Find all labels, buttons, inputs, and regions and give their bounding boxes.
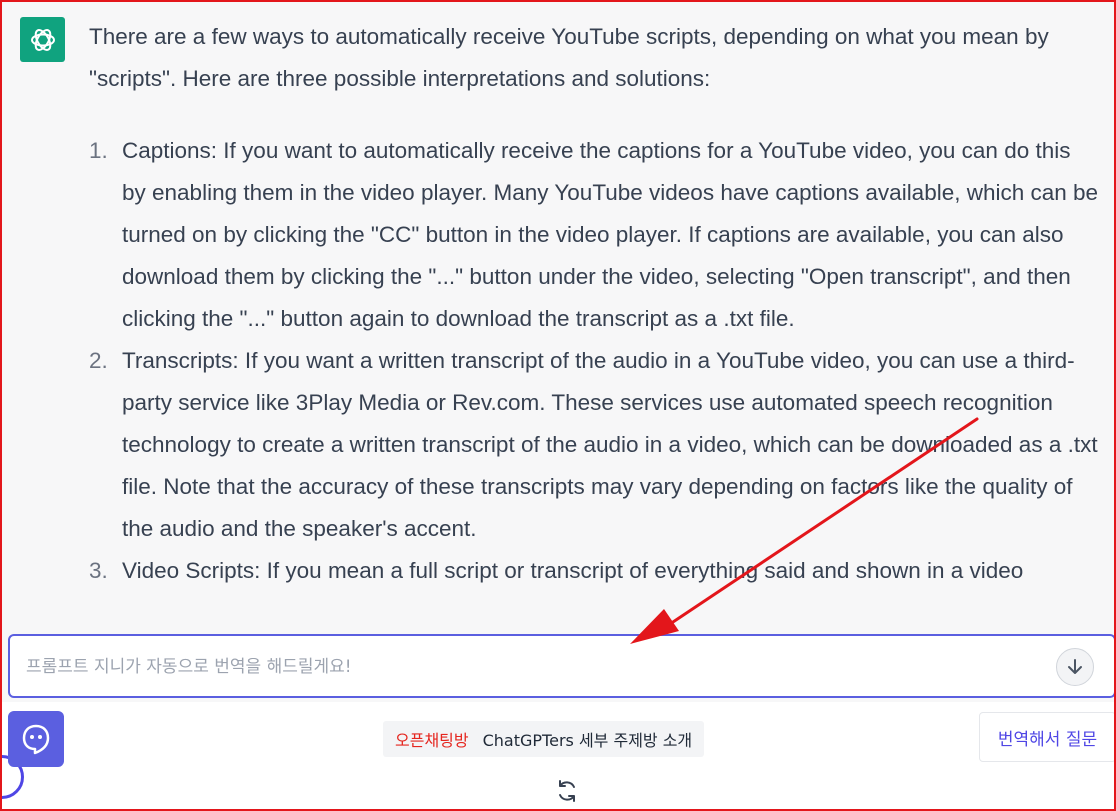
send-button[interactable] bbox=[1056, 648, 1094, 686]
subroom-link[interactable]: ChatGPTers 세부 주제방 소개 bbox=[483, 727, 693, 751]
refresh-icon bbox=[559, 780, 575, 802]
solutions-list: 1. Captions: If you want to automaticall… bbox=[89, 130, 1099, 592]
list-item-text: Video Scripts: If you mean a full script… bbox=[122, 558, 1024, 583]
list-item-text: Transcripts: If you want a written trans… bbox=[122, 348, 1098, 541]
bottom-toolbar: 오픈채팅방 ChatGPTers 세부 주제방 소개 번역해서 질문 bbox=[2, 702, 1114, 809]
prompt-box bbox=[8, 634, 1114, 698]
screenshot-frame: There are a few ways to automatically re… bbox=[0, 0, 1116, 811]
list-item-text: Captions: If you want to automatically r… bbox=[122, 138, 1099, 331]
arrow-down-icon bbox=[1068, 659, 1082, 674]
chip-bar: 오픈채팅방 ChatGPTers 세부 주제방 소개 bbox=[383, 721, 705, 757]
assistant-message: There are a few ways to automatically re… bbox=[2, 2, 1114, 620]
open-chat-link[interactable]: 오픈채팅방 bbox=[395, 727, 469, 751]
list-item: 2. Transcripts: If you want a written tr… bbox=[89, 340, 1099, 550]
list-item-number: 2. bbox=[89, 348, 108, 373]
message-intro: There are a few ways to automatically re… bbox=[89, 24, 1049, 91]
openai-logo-icon bbox=[30, 28, 55, 51]
message-content: There are a few ways to automatically re… bbox=[89, 16, 1099, 592]
regenerate-button[interactable] bbox=[554, 778, 580, 804]
list-item-number: 1. bbox=[89, 138, 108, 163]
prompt-genie-button[interactable] bbox=[8, 711, 64, 767]
chat-bot-icon bbox=[22, 724, 50, 755]
translate-ask-button[interactable]: 번역해서 질문 bbox=[979, 712, 1114, 762]
list-item-number: 3. bbox=[89, 558, 108, 583]
assistant-avatar bbox=[20, 17, 65, 62]
prompt-input[interactable] bbox=[24, 650, 1048, 684]
list-item: 3. Video Scripts: If you mean a full scr… bbox=[89, 550, 1099, 592]
list-item: 1. Captions: If you want to automaticall… bbox=[89, 130, 1099, 340]
